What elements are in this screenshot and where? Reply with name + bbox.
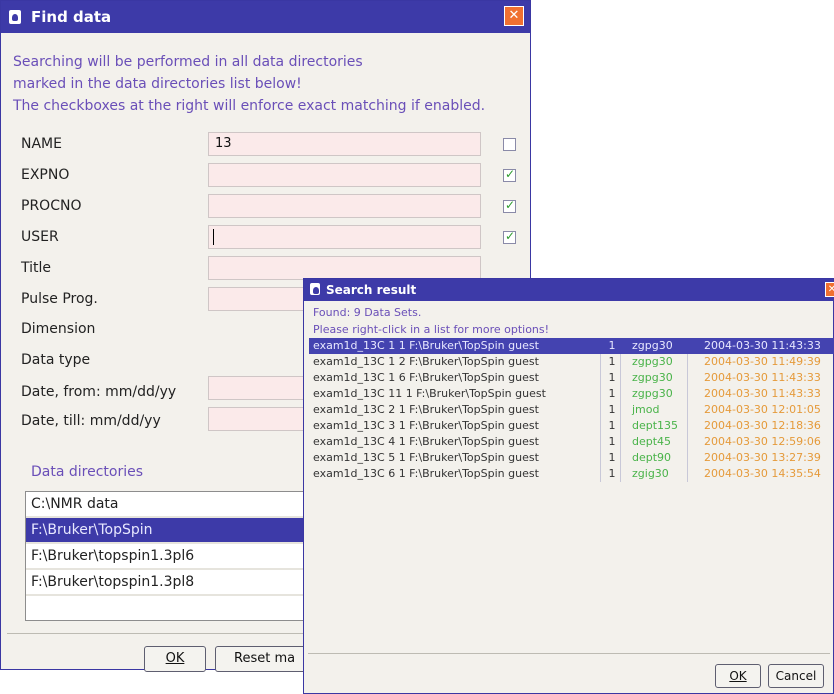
dim-cell: 1 — [608, 371, 616, 384]
dim-cell: 1 — [608, 435, 616, 448]
info-line: The checkboxes at the right will enforce… — [13, 98, 486, 114]
text-caret — [213, 229, 214, 245]
app-icon — [9, 10, 21, 24]
user-input[interactable] — [208, 225, 481, 249]
dataset-cell: exam1d_13C 2 1 F:\Bruker\TopSpin guest — [313, 403, 539, 416]
pulprog-cell: zgpg30 — [632, 339, 673, 352]
pulprog-cell: zgpg30 — [632, 387, 673, 400]
dim-cell: 1 — [608, 387, 616, 400]
ok-label: OK — [165, 651, 185, 666]
ok-button[interactable]: OK — [144, 646, 206, 672]
name-exact-checkbox[interactable] — [503, 138, 516, 151]
user-label: USER — [21, 229, 59, 245]
ok-button[interactable]: OK — [715, 664, 761, 688]
procno-label: PROCNO — [21, 198, 82, 214]
directory-item[interactable]: F:\Bruker\topspin1.3pl6 — [26, 544, 314, 570]
bottom-separator — [308, 653, 830, 654]
date-cell: 2004-03-30 12:18:36 — [704, 419, 821, 432]
dim-cell: 1 — [608, 419, 616, 432]
expno-label: EXPNO — [21, 167, 70, 183]
dim-cell: 1 — [608, 403, 616, 416]
pulprog-cell: zgpg30 — [632, 355, 673, 368]
find-data-title: Find data — [31, 8, 112, 26]
dim-cell: 1 — [608, 451, 616, 464]
expno-input[interactable] — [208, 163, 481, 187]
data-type-label: Data type — [21, 352, 91, 368]
table-row[interactable]: exam1d_13C 1 2 F:\Bruker\TopSpin guest 1… — [309, 354, 834, 370]
date-cell: 2004-03-30 11:43:33 — [704, 387, 821, 400]
date-cell: 2004-03-30 11:43:33 — [704, 339, 821, 352]
table-row[interactable]: exam1d_13C 1 6 F:\Bruker\TopSpin guest 1… — [309, 370, 834, 386]
procno-input[interactable] — [208, 194, 481, 218]
date-cell: 2004-03-30 12:59:06 — [704, 435, 821, 448]
found-count: Found: 9 Data Sets. — [313, 306, 422, 319]
date-cell: 2004-03-30 13:27:39 — [704, 451, 821, 464]
dataset-cell: exam1d_13C 4 1 F:\Bruker\TopSpin guest — [313, 435, 539, 448]
dataset-cell: exam1d_13C 11 1 F:\Bruker\TopSpin guest — [313, 387, 546, 400]
close-icon[interactable]: ✕ — [825, 282, 834, 297]
results-table[interactable]: exam1d_13C 1 1 F:\Bruker\TopSpin guest 1… — [309, 338, 834, 482]
dataset-cell: exam1d_13C 6 1 F:\Bruker\TopSpin guest — [313, 467, 539, 480]
cancel-button[interactable]: Cancel — [768, 664, 824, 688]
dataset-cell: exam1d_13C 3 1 F:\Bruker\TopSpin guest — [313, 419, 539, 432]
title-input[interactable] — [208, 256, 481, 280]
cancel-label: Cancel — [775, 669, 817, 683]
directory-item[interactable]: F:\Bruker\TopSpin — [26, 518, 314, 544]
directory-item[interactable]: F:\Bruker\topspin1.3pl8 — [26, 570, 314, 596]
app-icon — [310, 283, 320, 295]
search-result-title: Search result — [326, 283, 417, 297]
info-line: marked in the data directories list belo… — [13, 76, 302, 92]
title-label: Title — [21, 260, 52, 276]
table-row[interactable]: exam1d_13C 2 1 F:\Bruker\TopSpin guest 1… — [309, 402, 834, 418]
pulprog-cell: zgig30 — [632, 467, 669, 480]
find-data-titlebar[interactable]: Find data ✕ — [1, 1, 530, 33]
pulprog-cell: jmod — [632, 403, 660, 416]
dimension-label: Dimension — [21, 321, 96, 337]
date-cell: 2004-03-30 12:01:05 — [704, 403, 821, 416]
table-row[interactable]: exam1d_13C 11 1 F:\Bruker\TopSpin guest … — [309, 386, 834, 402]
date-cell: 2004-03-30 11:49:39 — [704, 355, 821, 368]
user-exact-checkbox[interactable] — [503, 229, 516, 244]
table-row[interactable]: exam1d_13C 5 1 F:\Bruker\TopSpin guest 1… — [309, 450, 834, 466]
table-row[interactable]: exam1d_13C 1 1 F:\Bruker\TopSpin guest 1… — [309, 338, 834, 354]
data-directories-list[interactable]: C:\NMR data F:\Bruker\TopSpin F:\Bruker\… — [25, 491, 315, 621]
table-row[interactable]: exam1d_13C 4 1 F:\Bruker\TopSpin guest 1… — [309, 434, 834, 450]
name-label: NAME — [21, 136, 62, 152]
date-cell: 2004-03-30 14:35:54 — [704, 467, 821, 480]
search-result-titlebar[interactable]: Search result ✕ — [304, 279, 834, 301]
date-cell: 2004-03-30 11:43:33 — [704, 371, 821, 384]
dim-cell: 1 — [608, 339, 616, 352]
date-from-label: Date, from: mm/dd/yy — [21, 384, 177, 400]
pulprog-cell: dept90 — [632, 451, 672, 464]
dataset-cell: exam1d_13C 5 1 F:\Bruker\TopSpin guest — [313, 451, 539, 464]
ok-label: OK — [729, 669, 747, 683]
search-result-window: Search result ✕ Found: 9 Data Sets. Plea… — [303, 278, 834, 694]
info-line: Searching will be performed in all data … — [13, 54, 363, 70]
pulprog-cell: zgpg30 — [632, 371, 673, 384]
pulse-prog-label: Pulse Prog. — [21, 291, 98, 307]
table-row[interactable]: exam1d_13C 6 1 F:\Bruker\TopSpin guest 1… — [309, 466, 834, 482]
reset-label: Reset ma — [234, 651, 296, 666]
dim-cell: 1 — [608, 355, 616, 368]
info-text: Searching will be performed in all data … — [13, 51, 485, 117]
table-row[interactable]: exam1d_13C 3 1 F:\Bruker\TopSpin guest 1… — [309, 418, 834, 434]
data-directories-title: Data directories — [31, 464, 144, 480]
dim-cell: 1 — [608, 467, 616, 480]
close-icon[interactable]: ✕ — [504, 6, 524, 26]
dataset-cell: exam1d_13C 1 6 F:\Bruker\TopSpin guest — [313, 371, 539, 384]
dataset-cell: exam1d_13C 1 1 F:\Bruker\TopSpin guest — [313, 339, 539, 352]
hint-text: Please right-click in a list for more op… — [313, 323, 550, 336]
pulprog-cell: dept135 — [632, 419, 679, 432]
procno-exact-checkbox[interactable] — [503, 198, 516, 213]
bottom-separator — [7, 633, 307, 634]
date-till-label: Date, till: mm/dd/yy — [21, 413, 161, 429]
directory-item[interactable]: C:\NMR data — [26, 492, 314, 518]
name-input[interactable]: 13 — [208, 132, 481, 156]
expno-exact-checkbox[interactable] — [503, 167, 516, 182]
pulprog-cell: dept45 — [632, 435, 672, 448]
dataset-cell: exam1d_13C 1 2 F:\Bruker\TopSpin guest — [313, 355, 539, 368]
